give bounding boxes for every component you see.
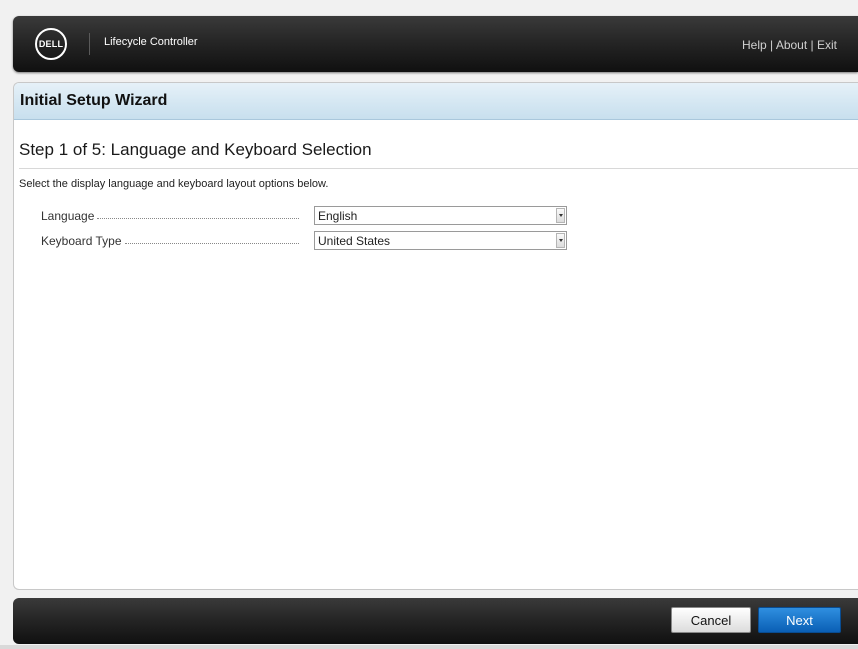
language-row: Language English bbox=[41, 206, 581, 226]
wizard-title: Initial Setup Wizard bbox=[20, 92, 168, 109]
header-links: Help | About | Exit bbox=[742, 38, 837, 52]
keyboard-select-value: United States bbox=[318, 234, 391, 248]
keyboard-row: Keyboard Type United States bbox=[41, 231, 581, 251]
next-button[interactable]: Next bbox=[758, 607, 841, 633]
step-divider bbox=[19, 168, 858, 169]
dell-logo: DELL bbox=[35, 28, 67, 60]
help-link[interactable]: Help bbox=[742, 38, 767, 52]
bottom-strip bbox=[0, 645, 858, 649]
about-link[interactable]: About bbox=[776, 38, 807, 52]
instructions-text: Select the display language and keyboard… bbox=[19, 178, 329, 190]
language-label-text: Language bbox=[41, 209, 98, 223]
top-header-bar: DELL Lifecycle Controller Help | About |… bbox=[13, 16, 858, 72]
app-title: Lifecycle Controller bbox=[104, 36, 198, 48]
dell-logo-text: DELL bbox=[38, 39, 64, 49]
dropdown-button[interactable] bbox=[556, 233, 565, 248]
chevron-down-icon bbox=[558, 214, 563, 217]
wizard-panel: Initial Setup Wizard Step 1 of 5: Langua… bbox=[13, 82, 858, 590]
chevron-down-icon bbox=[558, 239, 563, 242]
language-select[interactable]: English bbox=[314, 206, 567, 225]
leader-dots bbox=[97, 218, 299, 219]
keyboard-label: Keyboard Type bbox=[41, 234, 299, 248]
language-select-value: English bbox=[318, 209, 358, 223]
header-divider bbox=[89, 33, 90, 55]
keyboard-label-text: Keyboard Type bbox=[41, 234, 125, 248]
dropdown-button[interactable] bbox=[556, 208, 565, 223]
wizard-header: Initial Setup Wizard bbox=[14, 83, 858, 120]
language-label: Language bbox=[41, 209, 299, 223]
bottom-action-bar: Cancel Next bbox=[13, 598, 858, 644]
cancel-button[interactable]: Cancel bbox=[671, 607, 751, 633]
leader-dots bbox=[124, 243, 299, 244]
exit-link[interactable]: Exit bbox=[817, 38, 837, 52]
keyboard-type-select[interactable]: United States bbox=[314, 231, 567, 250]
step-title: Step 1 of 5: Language and Keyboard Selec… bbox=[19, 140, 372, 159]
